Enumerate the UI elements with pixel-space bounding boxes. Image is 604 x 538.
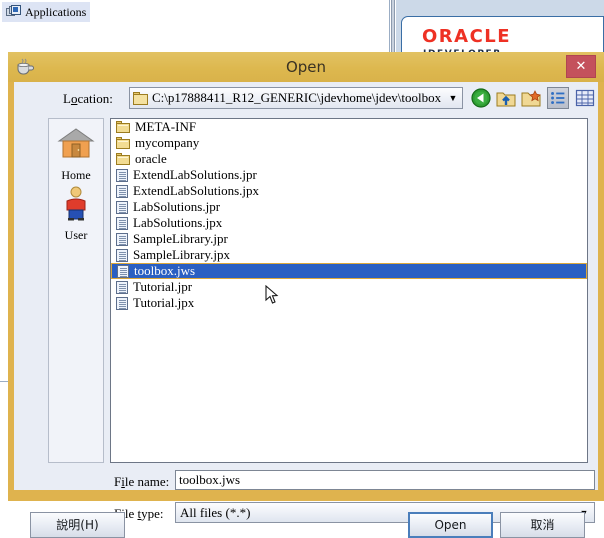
oracle-wordmark: ORACLE: [422, 26, 512, 47]
list-item-label: META-INF: [135, 119, 197, 134]
list-item-label: LabSolutions.jpr: [133, 199, 221, 214]
dialog-title: Open: [285, 58, 327, 76]
dialog-body: Location: C:\p17888411_R12_GENERIC\jdevh…: [14, 82, 598, 523]
list-item[interactable]: Tutorial.jpx: [111, 295, 587, 311]
dialog-titlebar[interactable]: Open ✕: [8, 52, 604, 82]
document-icon: [116, 232, 128, 246]
tab-applications-label: Applications: [25, 4, 87, 19]
document-icon: [116, 184, 128, 198]
place-user[interactable]: User: [49, 185, 103, 243]
filetype-label-post: ype:: [141, 506, 164, 521]
list-item-label: oracle: [135, 151, 167, 166]
open-file-dialog: Open ✕ Location: C:\p17888411_R12_GENERI…: [8, 52, 604, 538]
folder-icon: [133, 91, 148, 105]
filename-label: File name:: [114, 474, 169, 490]
list-item[interactable]: SampleLibrary.jpr: [111, 231, 587, 247]
details-view-icon[interactable]: [574, 87, 596, 109]
new-folder-icon[interactable]: [520, 87, 542, 109]
folder-icon: [116, 153, 130, 165]
list-view-icon[interactable]: [547, 87, 569, 109]
tab-applications[interactable]: Applications: [2, 2, 91, 22]
document-icon: [116, 216, 128, 230]
place-user-label: User: [64, 228, 88, 242]
dialog-bottom-border: [8, 490, 604, 501]
list-item-label: ExtendLabSolutions.jpr: [133, 167, 257, 182]
file-list[interactable]: META-INF mycompany oracle ExtendLabSolution…: [110, 118, 588, 463]
folder-icon: [116, 137, 130, 149]
document-icon: [116, 280, 128, 294]
list-item-label: LabSolutions.jpx: [133, 215, 223, 230]
list-item-label: Tutorial.jpr: [133, 279, 193, 294]
list-item-label: Tutorial.jpx: [133, 295, 195, 310]
list-item-label: SampleLibrary.jpr: [133, 231, 228, 246]
location-value: C:\p17888411_R12_GENERIC\jdevhome\jdev\t…: [152, 90, 442, 105]
document-icon: [116, 296, 128, 310]
folder-icon: [116, 121, 130, 133]
list-item[interactable]: SampleLibrary.jpx: [111, 247, 587, 263]
list-item[interactable]: ExtendLabSolutions.jpx: [111, 183, 587, 199]
list-item[interactable]: ExtendLabSolutions.jpr: [111, 167, 587, 183]
list-item[interactable]: LabSolutions.jpr: [111, 199, 587, 215]
list-item[interactable]: oracle: [111, 151, 587, 167]
list-item-label: SampleLibrary.jpx: [133, 247, 230, 262]
filename-label-post: le name:: [124, 474, 170, 489]
location-label-post: cation:: [77, 91, 113, 106]
document-icon: [116, 248, 128, 262]
list-item[interactable]: Tutorial.jpr: [111, 279, 587, 295]
chevron-down-icon[interactable]: ▼: [444, 93, 462, 103]
place-home[interactable]: Home: [49, 125, 103, 183]
place-home-label: Home: [61, 168, 91, 182]
places-sidebar: Home User: [48, 118, 104, 463]
help-button[interactable]: 說明(H): [30, 512, 125, 538]
document-icon: [116, 200, 128, 214]
up-one-level-icon[interactable]: [495, 87, 517, 109]
close-icon[interactable]: ✕: [566, 55, 596, 78]
list-item-label: ExtendLabSolutions.jpx: [133, 183, 260, 198]
cancel-button[interactable]: 取消: [500, 512, 585, 538]
open-button[interactable]: Open: [408, 512, 493, 538]
back-icon[interactable]: [470, 87, 492, 109]
location-combobox[interactable]: C:\p17888411_R12_GENERIC\jdevhome\jdev\t…: [129, 87, 463, 109]
list-item[interactable]: LabSolutions.jpx: [111, 215, 587, 231]
location-row: Location: C:\p17888411_R12_GENERIC\jdevh…: [14, 84, 598, 114]
list-item-label: toolbox.jws: [134, 263, 196, 278]
document-icon: [117, 264, 129, 278]
windows-stack-icon: [6, 5, 21, 19]
list-item[interactable]: toolbox.jws: [111, 263, 587, 279]
location-label: Location:: [63, 91, 113, 107]
list-item[interactable]: mycompany: [111, 135, 587, 151]
document-icon: [116, 168, 128, 182]
filename-input[interactable]: [175, 470, 595, 490]
location-label-pre: L: [63, 91, 71, 106]
user-icon: [66, 186, 86, 221]
list-item-label: mycompany: [135, 135, 200, 150]
list-item[interactable]: META-INF: [111, 119, 587, 135]
home-icon: [57, 128, 95, 158]
